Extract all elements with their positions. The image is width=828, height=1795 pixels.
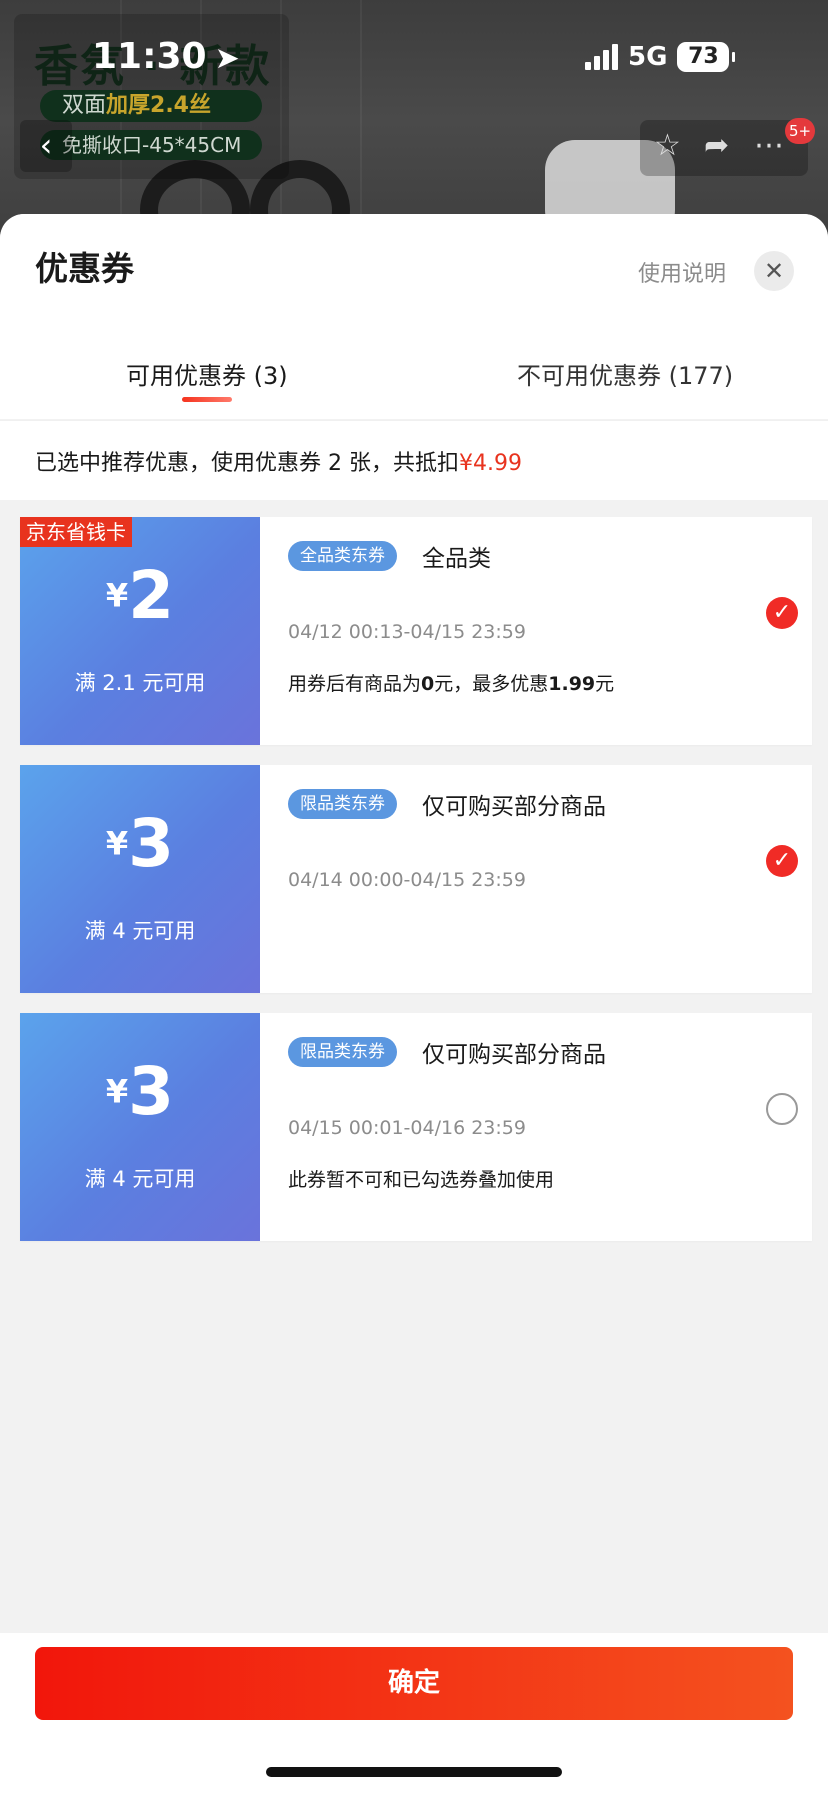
banner-size-pill: 免撕收口-45*45CM [40, 130, 262, 160]
active-tab-indicator [182, 397, 232, 402]
coupon-condition: 满 4 元可用 [84, 1167, 196, 1191]
summary-text: 已选中推荐优惠，使用优惠券 2 张，共抵扣 [35, 451, 459, 476]
currency-symbol: ¥ [105, 1072, 129, 1111]
coupon-condition: 满 2.1 元可用 [74, 671, 206, 695]
status-time: 11:30 ➤ [92, 36, 240, 77]
currency-symbol: ¥ [105, 824, 129, 863]
coupon-type-badge: 限品类东券 [288, 1037, 397, 1067]
cart-badge: 5+ [785, 118, 816, 144]
signal-icon [585, 44, 618, 70]
coupon-card[interactable]: ¥3 满 4 元可用 限品类东券 仅可购买部分商品 04/14 00:00-04… [16, 765, 812, 993]
unchecked-icon[interactable] [766, 1093, 798, 1125]
usage-instructions-link[interactable]: 使用说明 [638, 256, 726, 288]
sheet-title: 优惠券 [35, 249, 134, 288]
currency-symbol: ¥ [105, 576, 129, 615]
coupon-amount: 2 [128, 557, 175, 634]
confirm-button[interactable]: 确定 [35, 1647, 793, 1720]
battery-icon: 73 [677, 42, 736, 72]
coupon-note: 此券暂不可和已勾选券叠加使用 [288, 1169, 555, 1191]
product-actions: ☆ ➦ ⋯ [640, 120, 808, 176]
coupon-amount: 3 [128, 1053, 175, 1130]
coupon-card[interactable]: ¥3 满 4 元可用 限品类东券 仅可购买部分商品 04/15 00:01-04… [16, 1013, 812, 1241]
coupon-scope: 全品类 [422, 546, 491, 572]
coupon-note: 用券后有商品为0元，最多优惠1.99元 [288, 673, 615, 695]
coupon-amount: 3 [128, 805, 175, 882]
coupon-value-panel: 京东省钱卡 ¥2 满 2.1 元可用 [16, 517, 260, 745]
back-icon[interactable]: ‹ [20, 120, 72, 172]
home-indicator [266, 1767, 562, 1777]
coupon-validity: 04/14 00:00-04/15 23:59 [288, 869, 526, 891]
bottom-bar: 确定 [0, 1633, 828, 1795]
more-icon[interactable]: ⋯ [754, 128, 784, 163]
summary-discount-amount: ¥4.99 [459, 451, 522, 476]
coupon-value-panel: ¥3 满 4 元可用 [16, 1013, 260, 1241]
status-indicators: 5G 73 [585, 40, 736, 74]
coupon-condition: 满 4 元可用 [84, 919, 196, 943]
coupon-sheet: 优惠券 使用说明 ✕ 可用优惠券 (3) 不可用优惠券 (177) 已选中推荐优… [0, 214, 828, 1795]
coupon-tag: 京东省钱卡 [20, 517, 132, 547]
checked-icon[interactable]: ✓ [766, 845, 798, 877]
coupon-scope: 仅可购买部分商品 [422, 794, 606, 820]
tab-available-coupons[interactable]: 可用优惠券 (3) [126, 356, 288, 391]
coupon-scope: 仅可购买部分商品 [422, 1042, 606, 1068]
coupon-card[interactable]: 京东省钱卡 ¥2 满 2.1 元可用 全品类东券 全品类 04/12 00:13… [16, 517, 812, 745]
coupon-type-badge: 全品类东券 [288, 541, 397, 571]
checked-icon[interactable]: ✓ [766, 597, 798, 629]
coupon-value-panel: ¥3 满 4 元可用 [16, 765, 260, 993]
network-type: 5G [628, 42, 668, 72]
share-icon[interactable]: ➦ [704, 128, 729, 163]
star-icon[interactable]: ☆ [654, 128, 681, 163]
sheet-header: 优惠券 使用说明 ✕ 可用优惠券 (3) 不可用优惠券 (177) [0, 214, 828, 419]
tab-unavailable-coupons[interactable]: 不可用优惠券 (177) [517, 356, 733, 391]
location-arrow-icon: ➤ [214, 41, 240, 76]
banner-feature-pill: 双面加厚2.4丝 [40, 90, 262, 122]
selection-summary: 已选中推荐优惠，使用优惠券 2 张，共抵扣¥4.99 [0, 420, 828, 500]
coupon-type-badge: 限品类东券 [288, 789, 397, 819]
coupon-validity: 04/15 00:01-04/16 23:59 [288, 1117, 526, 1139]
close-icon[interactable]: ✕ [754, 251, 794, 291]
coupon-validity: 04/12 00:13-04/15 23:59 [288, 621, 526, 643]
